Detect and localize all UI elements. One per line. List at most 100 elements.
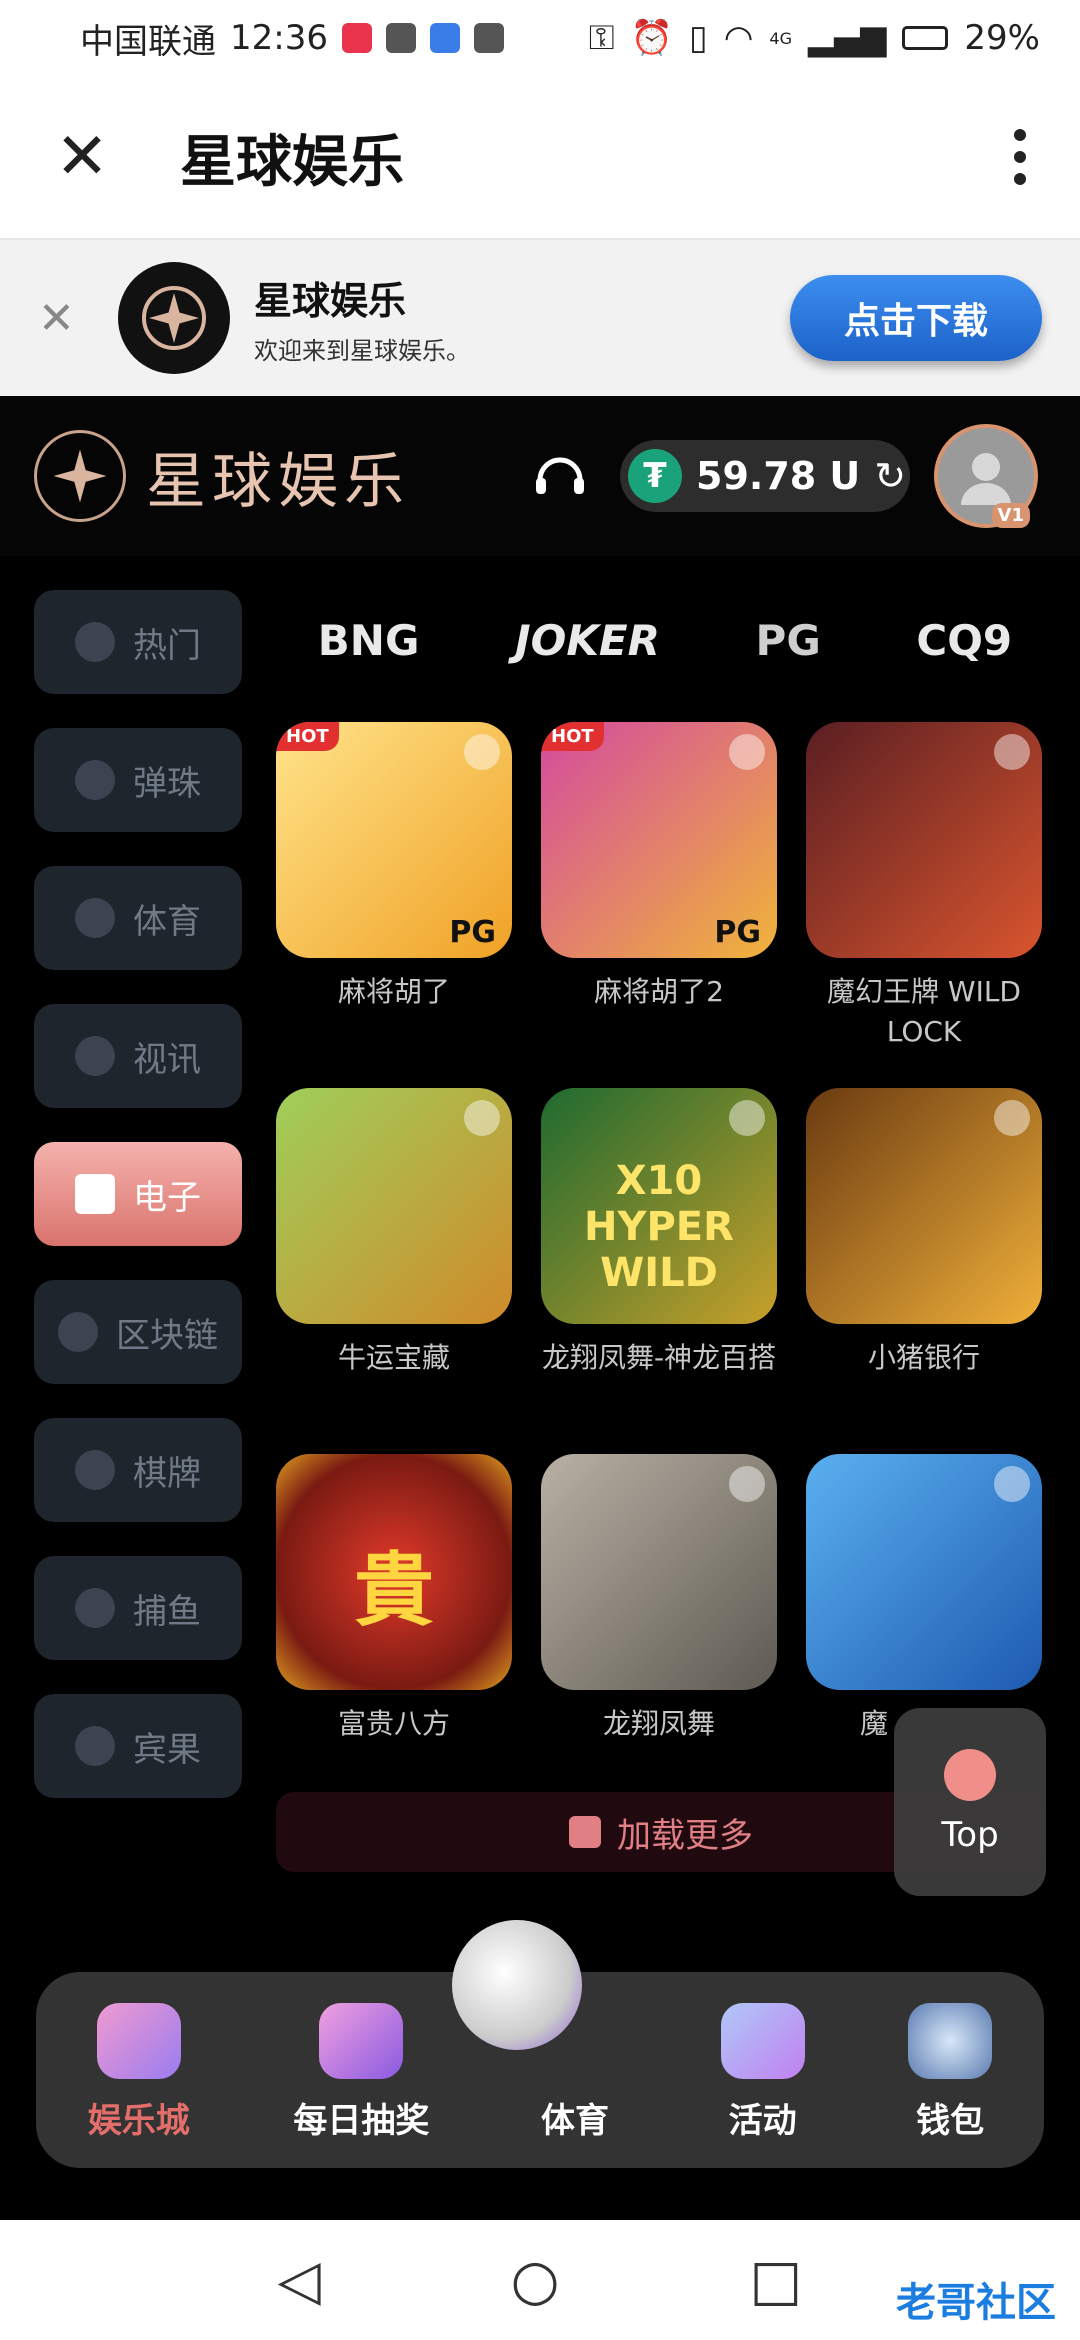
pinball-icon: [75, 760, 115, 800]
category-slots[interactable]: 电子: [34, 1142, 242, 1246]
category-label: 宾果: [133, 1729, 201, 1770]
favorite-star-icon[interactable]: [464, 1100, 500, 1136]
lottery-icon: [319, 2003, 404, 2079]
status-bar: 中国联通 12:36 ⚿ ⏰ ▯ ◠ 4G ▂▄▆ 29%: [0, 0, 1080, 76]
category-cards[interactable]: 棋牌: [34, 1418, 242, 1522]
favorite-star-icon[interactable]: [464, 734, 500, 770]
chat-icon: [429, 23, 460, 53]
game-title: 魔幻王牌 WILD LOCK: [826, 975, 1021, 1048]
customer-service-icon[interactable]: [530, 446, 590, 506]
nav-label: 体育: [540, 2101, 609, 2141]
watermark: 老哥社区: [896, 2280, 1056, 2326]
game-tile[interactable]: [806, 1454, 1042, 1690]
category-hot[interactable]: 热门: [34, 590, 242, 694]
brand[interactable]: 星球娱乐: [34, 430, 410, 522]
provider-joker[interactable]: JOKER: [515, 616, 660, 665]
hot-badge: HOT: [276, 722, 339, 751]
brand-name: 星球娱乐: [146, 446, 410, 517]
favorite-star-icon[interactable]: [994, 734, 1030, 770]
nav-label: 活动: [728, 2101, 797, 2141]
favorite-star-icon[interactable]: [729, 734, 765, 770]
game-logo-text: 貴: [354, 1544, 434, 1637]
tether-icon: ₮: [628, 449, 682, 503]
app-notification-icon: [341, 23, 372, 53]
game-title: 牛运宝藏: [337, 1341, 450, 1374]
recents-icon[interactable]: □: [750, 2248, 803, 2313]
close-icon[interactable]: ✕: [40, 115, 124, 199]
nav-label: 娱乐城: [87, 2101, 190, 2141]
more-vert-icon[interactable]: [1000, 129, 1040, 185]
game-tile[interactable]: [276, 1088, 512, 1324]
network-type: 4G: [769, 28, 792, 48]
game-title: 麻将胡了2: [594, 975, 724, 1008]
nav-daily-draw[interactable]: 每日抽奖: [293, 2003, 429, 2142]
blockchain-icon: [58, 1312, 98, 1352]
soccer-icon: [75, 898, 115, 938]
cards-icon: [75, 1450, 115, 1490]
soccer-ball-icon[interactable]: [452, 1920, 582, 2050]
wifi-icon: ◠: [723, 18, 754, 58]
game-tile[interactable]: [806, 722, 1042, 958]
brand-logo-icon: [34, 430, 126, 522]
close-banner-icon[interactable]: ✕: [38, 293, 82, 344]
favorite-star-icon[interactable]: [729, 1466, 765, 1502]
nav-wallet[interactable]: 钱包: [908, 2003, 993, 2142]
wallet-icon: [908, 2003, 993, 2079]
favorite-star-icon[interactable]: [994, 1466, 1030, 1502]
category-label: 热门: [133, 625, 201, 666]
avatar[interactable]: V1: [934, 424, 1038, 528]
hot-badge: HOT: [541, 722, 604, 751]
nav-casino[interactable]: 娱乐城: [88, 2003, 190, 2142]
nav-label: 每日抽奖: [293, 2101, 430, 2141]
category-bingo[interactable]: 宾果: [34, 1694, 242, 1798]
balance-pill[interactable]: ₮ 59.78 U ↻: [620, 440, 910, 512]
game-tile[interactable]: X10 HYPER WILD: [541, 1088, 777, 1324]
category-sports[interactable]: 体育: [34, 866, 242, 970]
bingo-icon: [75, 1726, 115, 1766]
banner-title: 星球娱乐: [254, 279, 407, 323]
download-button[interactable]: 点击下载: [790, 275, 1042, 361]
battery-icon: [902, 26, 949, 50]
provider-badge: PG: [714, 915, 761, 950]
clock: 12:36: [230, 18, 328, 58]
load-more-label: 加载更多: [617, 1815, 753, 1856]
nav-promotions[interactable]: 活动: [720, 2003, 805, 2142]
dealer-icon: [75, 1036, 115, 1076]
game-tile[interactable]: HOT PG: [276, 722, 512, 958]
provider-pg[interactable]: PG: [756, 616, 821, 665]
game-title: 富贵八方: [337, 1707, 450, 1740]
refresh-icon[interactable]: ↻: [874, 454, 906, 498]
signal-icon: ▂▄▆: [807, 18, 887, 58]
favorite-star-icon[interactable]: [994, 1100, 1030, 1136]
game-title: 龙翔凤舞-神龙百搭: [541, 1341, 777, 1374]
category-fishing[interactable]: 捕鱼: [34, 1556, 242, 1660]
game-title: 魔: [860, 1707, 889, 1740]
home-icon[interactable]: ○: [511, 2248, 560, 2313]
video-icon: [385, 23, 416, 53]
game-title: 麻将胡了: [337, 975, 450, 1008]
scroll-top-label: Top: [941, 1815, 999, 1855]
category-label: 弹珠: [133, 763, 201, 804]
scroll-top-button[interactable]: Top: [894, 1708, 1046, 1896]
category-live[interactable]: 视讯: [34, 1004, 242, 1108]
back-icon[interactable]: ◁: [278, 2248, 321, 2313]
slot-icon: [75, 1174, 115, 1214]
alarm-icon: ⏰: [630, 18, 673, 58]
site-header: 星球娱乐 ₮ 59.78 U ↻ V1: [0, 396, 1080, 556]
favorite-star-icon[interactable]: [729, 1100, 765, 1136]
game-tile[interactable]: [806, 1088, 1042, 1324]
provider-cq9[interactable]: CQ9: [916, 616, 1012, 665]
category-blockchain[interactable]: 区块链: [34, 1280, 242, 1384]
app-logo-icon: [118, 262, 230, 374]
fire-icon: [75, 622, 115, 662]
game-tile[interactable]: [541, 1454, 777, 1690]
gamepad-icon: [96, 2003, 181, 2079]
provider-bng[interactable]: BNG: [318, 616, 420, 665]
hourglass-icon: [569, 1816, 601, 1848]
game-tile[interactable]: 貴: [276, 1454, 512, 1690]
category-pinball[interactable]: 弹珠: [34, 728, 242, 832]
vip-badge: V1: [991, 503, 1030, 528]
carrier-label: 中国联通: [80, 21, 216, 62]
category-label: 视讯: [133, 1039, 201, 1080]
game-tile[interactable]: HOT PG: [541, 722, 777, 958]
